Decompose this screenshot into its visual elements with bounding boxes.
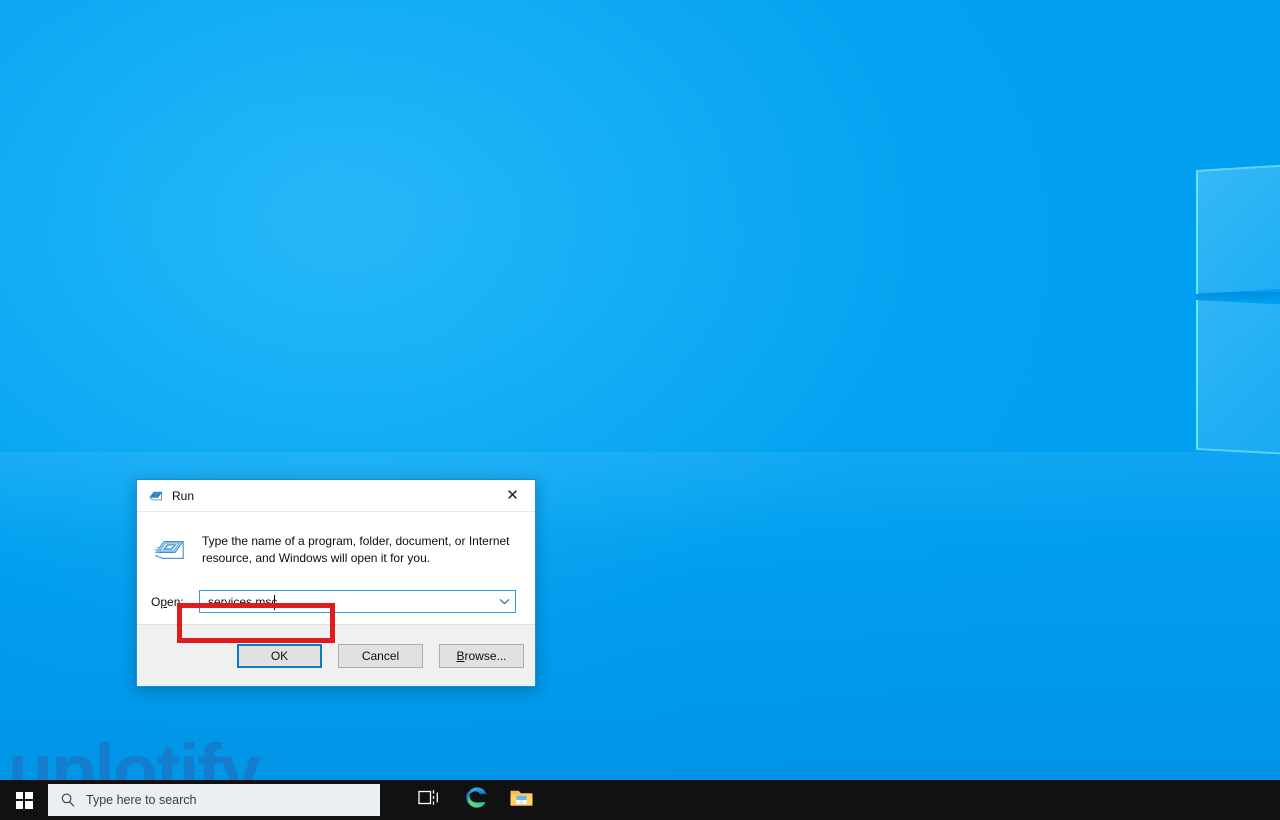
windows-start-icon [15, 791, 33, 809]
desktop-wallpaper [0, 0, 1280, 820]
taskbar-search-box[interactable]: Type here to search [48, 784, 380, 816]
desktop-screen: uplotify Run ✕ Type the name of a progra… [0, 0, 1280, 820]
ok-button[interactable]: OK [237, 643, 322, 668]
chevron-down-icon[interactable] [493, 591, 515, 612]
microsoft-edge-icon [463, 785, 488, 815]
open-input[interactable] [200, 591, 478, 612]
run-dialog-description: Type the name of a program, folder, docu… [202, 534, 510, 565]
windows-logo-pane-top [1196, 162, 1280, 294]
close-icon[interactable]: ✕ [490, 480, 535, 510]
windows-logo-pane-shadow [1196, 292, 1280, 301]
taskbar-item-file-explorer[interactable] [498, 780, 544, 820]
run-dialog-footer: OK Cancel Browse... [137, 624, 535, 686]
start-button[interactable] [0, 780, 48, 820]
task-view-icon [418, 788, 440, 812]
cancel-button[interactable]: Cancel [338, 643, 423, 668]
search-icon [60, 792, 76, 808]
run-dialog-title: Run [172, 488, 195, 503]
browse-button[interactable]: Browse... [439, 643, 524, 668]
run-dialog-description-row: Type the name of a program, folder, docu… [137, 512, 535, 566]
run-dialog-body: Type the name of a program, folder, docu… [137, 512, 535, 643]
taskbar-item-microsoft-edge[interactable] [452, 780, 498, 820]
open-combobox[interactable] [199, 590, 516, 613]
run-app-icon [153, 534, 186, 564]
run-icon [148, 488, 164, 504]
run-dialog: Run ✕ Type the name of a program, folder… [136, 479, 536, 687]
run-open-row: Open: [137, 590, 535, 613]
taskbar: Type here to search [0, 780, 1280, 820]
search-placeholder-text: Type here to search [86, 793, 197, 807]
taskbar-item-task-view[interactable] [406, 780, 452, 820]
file-explorer-icon [509, 787, 534, 814]
run-dialog-titlebar[interactable]: Run ✕ [137, 480, 535, 511]
text-caret [274, 595, 275, 610]
open-label: Open: [151, 594, 184, 609]
windows-logo-pane-bottom [1196, 300, 1280, 457]
